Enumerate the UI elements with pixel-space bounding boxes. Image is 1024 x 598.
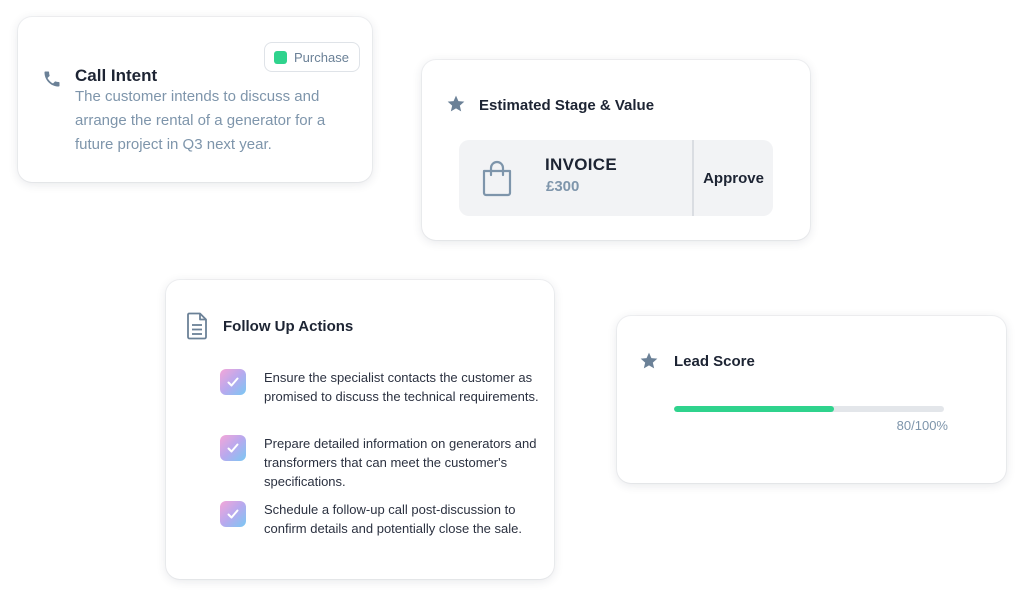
approve-button[interactable]: Approve: [694, 140, 773, 216]
estimated-stage-card: Estimated Stage & Value INVOICE £300 App…: [422, 60, 810, 240]
call-intent-title: Call Intent: [75, 66, 158, 85]
lead-score-value: 80/100%: [896, 418, 948, 433]
stage-value-box: INVOICE £300 Approve: [459, 140, 773, 216]
lead-score-card: Lead Score 80/100%: [617, 316, 1006, 483]
checkbox-checked[interactable]: [220, 435, 246, 461]
shopping-bag-icon: [479, 158, 515, 203]
checkbox-checked[interactable]: [220, 501, 246, 527]
call-intent-card: Call Intent Purchase The customer intend…: [18, 17, 372, 182]
action-item-text: Prepare detailed information on generato…: [264, 436, 537, 489]
action-item-text: Ensure the specialist contacts the custo…: [264, 370, 539, 404]
stage-name: INVOICE: [545, 155, 618, 174]
badge-label: Purchase: [294, 49, 349, 65]
lead-score-progress-fill: [674, 406, 834, 412]
star-icon: [639, 351, 659, 376]
follow-up-title: Follow Up Actions: [223, 318, 354, 335]
check-icon: [227, 509, 239, 519]
document-icon: [186, 312, 208, 345]
lead-score-title: Lead Score: [674, 353, 755, 370]
lead-score-progress-bar: [674, 406, 944, 412]
check-icon: [227, 443, 239, 453]
intent-badge[interactable]: Purchase: [264, 42, 360, 72]
follow-up-actions-card: Follow Up Actions Ensure the specialist …: [166, 280, 554, 579]
stage-value: £300: [546, 178, 580, 195]
badge-color-dot: [274, 50, 287, 64]
checkbox-checked[interactable]: [220, 369, 246, 395]
phone-icon: [42, 69, 62, 89]
check-icon: [227, 377, 239, 387]
action-item-text: Schedule a follow-up call post-discussio…: [264, 502, 522, 536]
stage-title: Estimated Stage & Value: [479, 97, 655, 114]
star-icon: [446, 94, 466, 119]
call-intent-description: The customer intends to discuss and arra…: [75, 88, 326, 153]
